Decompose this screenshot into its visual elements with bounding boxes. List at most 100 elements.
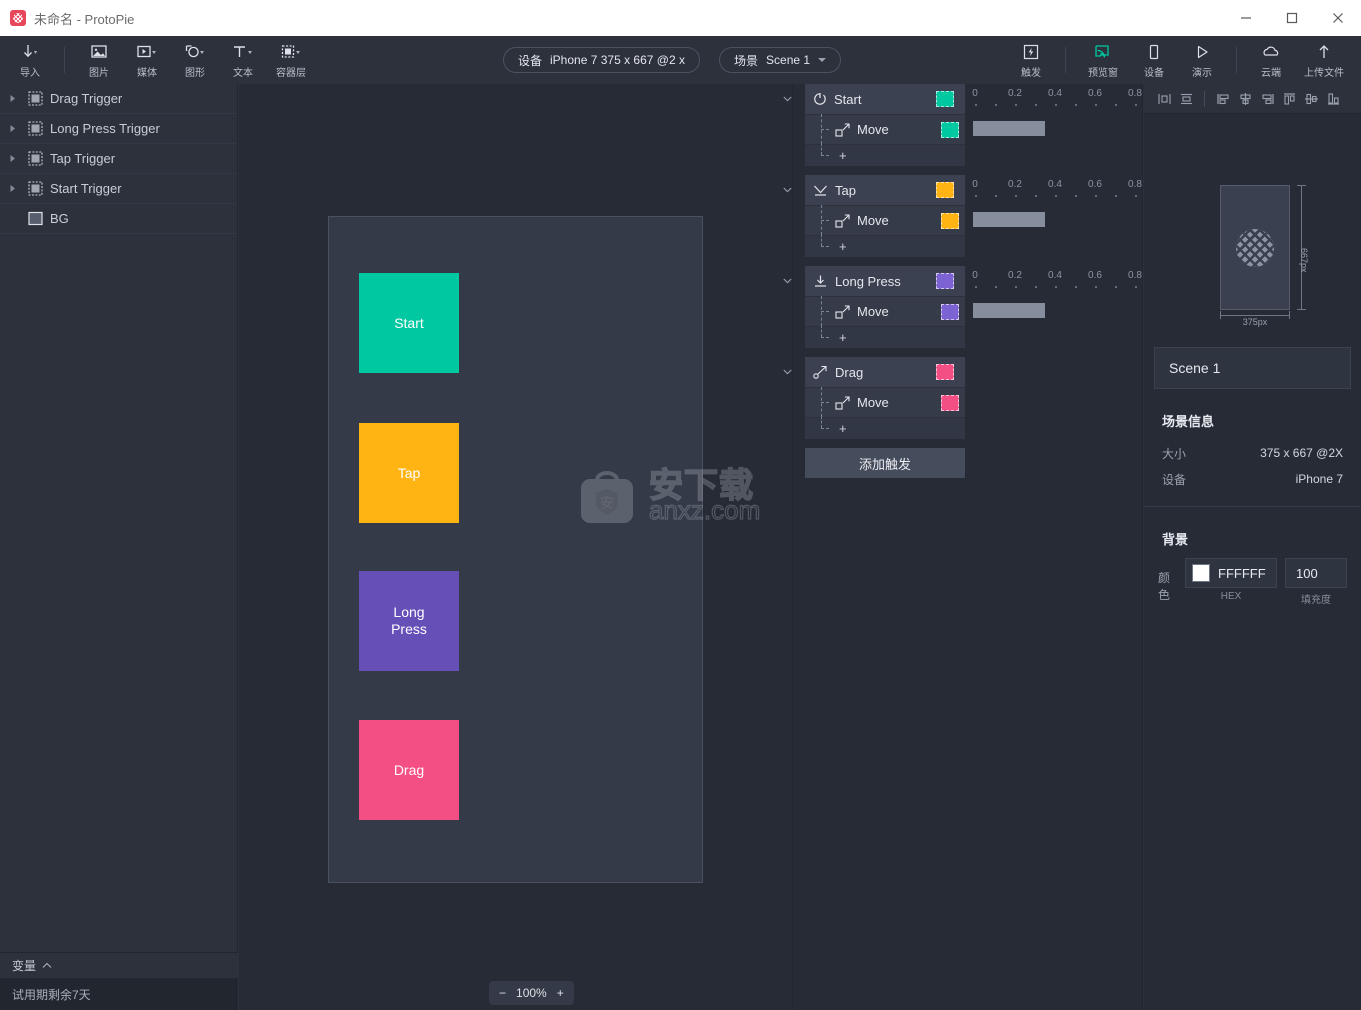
toolbar-shape-button[interactable]: 图形 <box>171 37 219 83</box>
ruler-tick: 0.6 <box>1088 270 1102 281</box>
disclosure-triangle-icon[interactable] <box>6 124 20 133</box>
align-top-icon[interactable] <box>1279 88 1299 110</box>
align-left-icon[interactable] <box>1213 88 1233 110</box>
background-opacity-value: 100 <box>1296 565 1318 581</box>
canvas-shape-long-press[interactable]: Long Press <box>359 571 459 671</box>
layer-item-long-press-trigger[interactable]: Long Press Trigger <box>0 114 237 144</box>
ruler-tick: 0.4 <box>1048 270 1062 281</box>
color-swatch-button[interactable] <box>1192 564 1210 582</box>
chevron-down-icon[interactable] <box>783 187 792 193</box>
layer-item-start-trigger[interactable]: Start Trigger <box>0 174 237 204</box>
add-response-button[interactable]: + <box>805 235 965 257</box>
add-trigger-button[interactable]: 添加触发 <box>805 448 965 478</box>
chevron-down-icon[interactable] <box>783 96 792 102</box>
canvas-shape-start[interactable]: Start <box>359 273 459 373</box>
disclosure-triangle-icon[interactable] <box>6 94 20 103</box>
preview-window-icon <box>1093 42 1113 62</box>
close-button[interactable] <box>1315 0 1361 36</box>
align-middle-icon[interactable] <box>1301 88 1321 110</box>
layer-item-bg[interactable]: BG <box>0 204 237 234</box>
shape-icon <box>184 42 206 62</box>
trigger-name: Drag <box>835 364 864 380</box>
canvas-shape-tap[interactable]: Tap <box>359 423 459 523</box>
svg-text:安: 安 <box>600 496 614 512</box>
scene-selector-pill[interactable]: 场景 Scene 1 <box>719 47 842 73</box>
toolbar-divider-3 <box>1236 47 1237 73</box>
toolbar-image-button[interactable]: 图片 <box>75 37 123 83</box>
response-row-move[interactable]: Move <box>805 387 965 417</box>
response-color-swatch[interactable] <box>941 121 959 138</box>
chevron-down-icon[interactable] <box>783 278 792 284</box>
zoom-control[interactable]: − 100% + <box>489 981 574 1005</box>
trigger-color-swatch[interactable] <box>936 273 954 289</box>
ruler-tick: 0.4 <box>1048 88 1062 99</box>
scene-name-field[interactable]: Scene 1 <box>1154 347 1351 389</box>
background-opacity-sublabel: 填充度 <box>1301 595 1331 606</box>
toolbar-cloud-button[interactable]: 云端 <box>1247 37 1295 83</box>
toolbar-text-button[interactable]: 文本 <box>219 37 267 83</box>
toolbar-upload-button[interactable]: 上传文件 <box>1295 37 1353 83</box>
response-name: Move <box>857 122 889 137</box>
toolbar-media-button[interactable]: 媒体 <box>123 37 171 83</box>
response-color-swatch[interactable] <box>941 212 959 229</box>
toolbar-container-button[interactable]: 容器层 <box>267 37 315 83</box>
add-response-button[interactable]: + <box>805 326 965 348</box>
play-triangle-icon <box>1193 42 1211 62</box>
trigger-color-swatch[interactable] <box>936 182 954 198</box>
disclosure-triangle-icon[interactable] <box>6 184 20 193</box>
disclosure-triangle-icon[interactable] <box>6 154 20 163</box>
align-horizontal-center-icon[interactable] <box>1235 88 1255 110</box>
response-row-move[interactable]: Move <box>805 205 965 235</box>
response-row-move[interactable]: Move <box>805 114 965 144</box>
minimize-button[interactable] <box>1223 0 1269 36</box>
toolbar-present-button[interactable]: 演示 <box>1178 37 1226 83</box>
background-hex-field[interactable]: FFFFFF <box>1185 558 1277 588</box>
distribute-horizontal-icon[interactable] <box>1176 88 1196 110</box>
toolbar-trigger-button[interactable]: 触发 <box>1007 37 1055 83</box>
maximize-button[interactable] <box>1269 0 1315 36</box>
ruler-tick: 0.8 <box>1128 179 1142 190</box>
toolbar-divider-1 <box>64 47 65 73</box>
response-color-swatch[interactable] <box>941 303 959 320</box>
align-right-icon[interactable] <box>1257 88 1277 110</box>
zoom-in-button[interactable]: + <box>557 986 564 1000</box>
add-response-button[interactable]: + <box>805 417 965 439</box>
background-opacity-field[interactable]: 100 <box>1285 558 1347 588</box>
layer-item-tap-trigger[interactable]: Tap Trigger <box>0 144 237 174</box>
chevron-down-icon[interactable] <box>783 369 792 375</box>
device-selector-pill[interactable]: 设备 iPhone 7 375 x 667 @2 x <box>503 47 700 73</box>
thumbnail-height-label: 667px <box>1299 247 1309 273</box>
toolbar-preview-button[interactable]: 预览窗 <box>1076 37 1130 83</box>
variables-bar[interactable]: 变量 <box>0 952 238 978</box>
align-vertical-center-icon[interactable] <box>1154 88 1174 110</box>
response-row-move[interactable]: Move <box>805 296 965 326</box>
response-color-swatch[interactable] <box>941 394 959 411</box>
layer-item-drag-trigger[interactable]: Drag Trigger <box>0 84 237 114</box>
device-pill-key: 设备 <box>518 53 543 68</box>
shape-label: Drag <box>393 761 425 778</box>
toolbar-device-button[interactable]: 设备 <box>1130 37 1178 83</box>
text-icon <box>232 42 254 62</box>
device-frame: Start Tap Long Press Drag 安 安下载 anxz.com <box>328 216 761 883</box>
timeline-animation-bar[interactable] <box>973 212 1045 227</box>
toolbar-import-label: 导入 <box>20 67 40 79</box>
canvas-shape-drag[interactable]: Drag <box>359 720 459 820</box>
layer-label: Start Trigger <box>50 181 122 196</box>
trigger-color-swatch[interactable] <box>936 364 954 380</box>
zoom-out-button[interactable]: − <box>499 986 506 1000</box>
toolbar-cloud-label: 云端 <box>1261 67 1281 79</box>
media-play-icon <box>136 42 158 62</box>
toolbar-shape-label: 图形 <box>185 67 205 79</box>
trigger-color-swatch[interactable] <box>936 91 954 107</box>
toolbar-media-label: 媒体 <box>137 67 157 79</box>
phone-icon <box>1145 42 1163 62</box>
chevron-down-icon <box>818 58 827 62</box>
canvas-area[interactable]: Start Tap Long Press Drag 安 安下载 anxz.com… <box>239 84 793 1010</box>
add-response-button[interactable]: + <box>805 144 965 166</box>
timeline-animation-bar[interactable] <box>973 303 1045 318</box>
move-arrow-icon <box>835 395 851 410</box>
align-bottom-icon[interactable] <box>1323 88 1343 110</box>
timeline-animation-bar[interactable] <box>973 121 1045 136</box>
inspector-panel: 375px 667px Scene 1 场景信息 大小 375 x 667 @2… <box>1144 84 1361 1010</box>
toolbar-import-button[interactable]: 导入 <box>6 37 54 83</box>
